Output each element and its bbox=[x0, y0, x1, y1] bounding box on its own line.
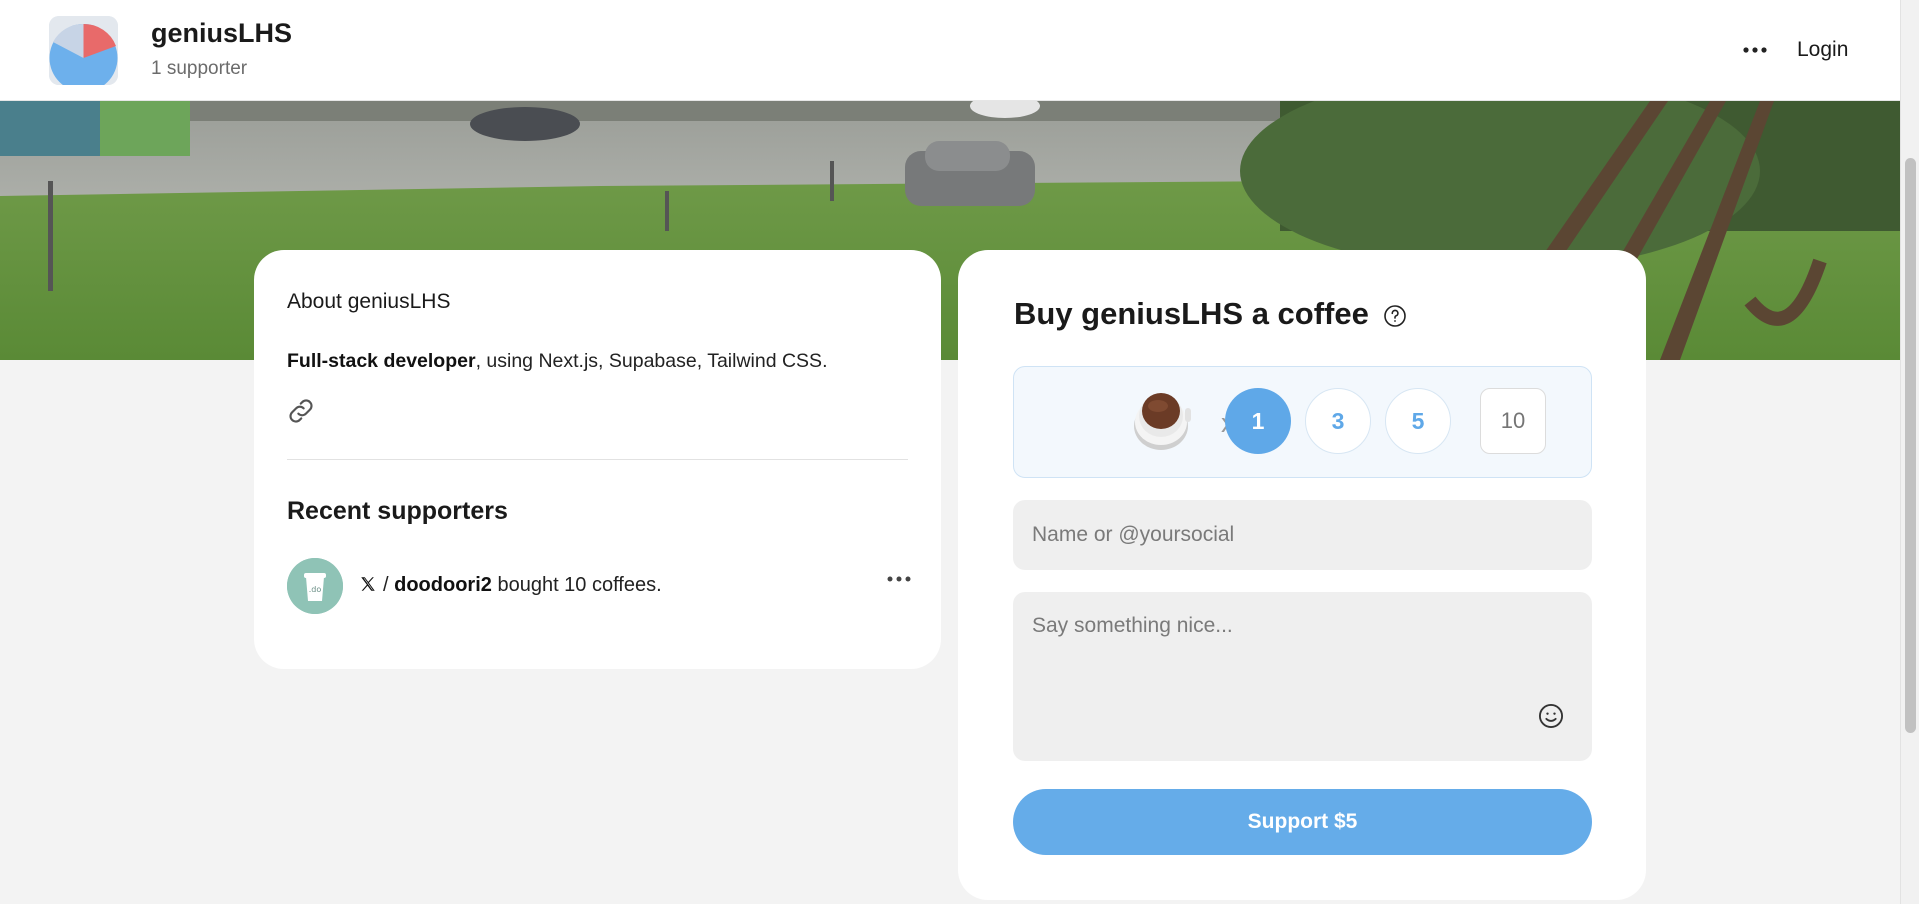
support-button[interactable]: Support $5 bbox=[1013, 789, 1592, 855]
about-description: Full-stack developer, using Next.js, Sup… bbox=[287, 350, 827, 373]
supporter-action: bought 10 coffees. bbox=[491, 574, 662, 596]
name-input[interactable] bbox=[1013, 500, 1592, 570]
supporter-count: 1 supporter bbox=[151, 58, 248, 79]
page-scrollbar[interactable] bbox=[1900, 0, 1919, 904]
message-input[interactable] bbox=[1013, 592, 1592, 761]
about-description-rest: , using Next.js, Supabase, Tailwind CSS. bbox=[475, 350, 828, 372]
message-field-wrapper bbox=[1013, 592, 1592, 761]
about-card: About geniusLHS Full-stack developer, us… bbox=[254, 250, 941, 669]
top-bar: geniusLHS 1 supporter Login bbox=[0, 0, 1900, 101]
supporter-name[interactable]: doodoori2 bbox=[394, 574, 492, 596]
link-icon[interactable] bbox=[285, 395, 317, 427]
quantity-option-5[interactable]: 5 bbox=[1385, 388, 1451, 454]
buy-coffee-card: Buy geniusLHS a coffee x 1 3 5 bbox=[958, 250, 1646, 900]
login-link[interactable]: Login bbox=[1797, 38, 1848, 62]
buy-coffee-title: Buy geniusLHS a coffee bbox=[1014, 296, 1369, 331]
divider bbox=[287, 459, 908, 460]
creator-name: geniusLHS bbox=[151, 18, 293, 48]
ellipsis-icon[interactable] bbox=[885, 568, 913, 590]
list-item: .do / doodoori2 bought 10 coffees. bbox=[287, 558, 911, 616]
quantity-option-3[interactable]: 3 bbox=[1305, 388, 1371, 454]
quantity-selector: x 1 3 5 bbox=[1013, 366, 1592, 478]
help-icon[interactable] bbox=[1383, 304, 1407, 328]
scrollbar-thumb[interactable] bbox=[1905, 158, 1916, 733]
supporter-avatar: .do bbox=[287, 558, 343, 614]
svg-text:.do: .do bbox=[309, 585, 322, 594]
recent-supporters-title: Recent supporters bbox=[287, 497, 508, 525]
about-title: About geniusLHS bbox=[287, 290, 451, 313]
supporter-prefix: / bbox=[383, 574, 395, 596]
custom-quantity-input[interactable] bbox=[1480, 388, 1546, 454]
x-logo-icon bbox=[359, 575, 377, 599]
about-description-bold: Full-stack developer bbox=[287, 350, 476, 372]
supporter-text: / doodoori2 bought 10 coffees. bbox=[359, 574, 662, 599]
creator-avatar[interactable] bbox=[49, 16, 118, 85]
ellipsis-icon[interactable] bbox=[1738, 36, 1772, 64]
quantity-option-1[interactable]: 1 bbox=[1225, 388, 1291, 454]
emoji-icon[interactable] bbox=[1537, 702, 1565, 730]
coffee-cup-icon bbox=[1131, 386, 1193, 452]
